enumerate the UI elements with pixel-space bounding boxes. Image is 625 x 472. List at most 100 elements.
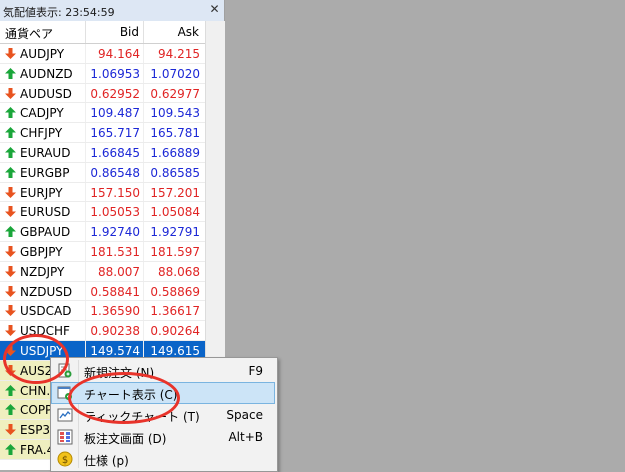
table-row[interactable]: EURUSD 1.05053 1.05084 <box>0 202 205 223</box>
bid-cell: 0.90238 <box>90 324 140 339</box>
symbol-cell: CADJPY <box>20 106 64 121</box>
ask-cell: 0.90264 <box>150 324 200 339</box>
table-row[interactable]: NZDJPY 88.007 88.068 <box>0 261 205 282</box>
column-header-bid[interactable]: Bid <box>88 25 139 39</box>
up-arrow-icon <box>5 166 16 178</box>
ask-cell: 1.66889 <box>150 145 200 160</box>
ask-cell: 0.86585 <box>150 165 200 180</box>
ask-cell: 0.58869 <box>150 284 200 299</box>
ask-cell: 1.92791 <box>150 225 200 240</box>
symbol-cell: EURGBP <box>20 165 70 180</box>
down-arrow-icon <box>5 305 16 317</box>
bid-cell: 0.62952 <box>90 86 140 101</box>
market-watch-titlebar[interactable]: 気配値表示: 23:54:59 ✕ <box>0 0 224 22</box>
down-arrow-icon <box>5 186 16 198</box>
symbol-cell: AUDJPY <box>20 47 65 61</box>
down-arrow-icon <box>5 245 16 257</box>
table-row[interactable]: GBPJPY 181.531 181.597 <box>0 241 205 262</box>
down-arrow-icon <box>5 87 16 99</box>
bid-cell: 1.05053 <box>90 205 140 220</box>
column-header-ask[interactable]: Ask <box>146 25 199 39</box>
menu-item-label: 仕様 (p) <box>84 454 129 468</box>
symbol-cell: NZDJPY <box>20 264 65 279</box>
symbol-cell: NZDUSD <box>20 284 73 299</box>
table-row[interactable]: CADJPY 109.487 109.543 <box>0 103 205 124</box>
annotation-circle-usdjpy <box>3 334 69 384</box>
bid-cell: 1.92740 <box>90 225 140 240</box>
ask-cell: 1.05084 <box>150 205 200 220</box>
table-row[interactable]: AUDJPY 94.164 94.215 <box>0 44 205 64</box>
tick-chart-icon <box>57 407 73 423</box>
table-header: 通貨ペア Bid Ask <box>0 21 205 44</box>
table-row[interactable]: EURGBP 0.86548 0.86585 <box>0 162 205 183</box>
ask-cell: 1.07020 <box>150 66 200 81</box>
symbol-cell: EURAUD <box>20 145 71 160</box>
table-row[interactable]: AUDUSD 0.62952 0.62977 <box>0 83 205 104</box>
menu-item-shortcut: Space <box>226 408 263 422</box>
ask-cell: 181.597 <box>150 244 200 259</box>
bid-cell: 157.150 <box>90 185 140 200</box>
menu-item-shortcut: Alt+B <box>228 430 263 444</box>
table-row[interactable]: EURJPY 157.150 157.201 <box>0 182 205 203</box>
menu-item-shortcut: F9 <box>248 364 263 378</box>
ask-cell: 157.201 <box>150 185 200 200</box>
ask-cell: 94.215 <box>158 47 200 61</box>
bid-cell: 1.06953 <box>90 66 140 81</box>
up-arrow-icon <box>5 107 16 119</box>
symbol-cell: AUDUSD <box>20 86 72 101</box>
svg-text:$: $ <box>62 455 68 466</box>
bid-cell: 88.007 <box>98 264 140 279</box>
down-arrow-icon <box>5 206 16 218</box>
symbol-cell: EURJPY <box>20 185 63 200</box>
symbol-cell: CHFJPY <box>20 126 63 141</box>
bid-cell: 149.574 <box>90 343 140 358</box>
ask-cell: 88.068 <box>158 264 200 279</box>
symbol-cell: GBPAUD <box>20 225 71 240</box>
symbol-cell: EURUSD <box>20 205 71 220</box>
bid-cell: 109.487 <box>90 106 140 121</box>
down-arrow-icon <box>5 325 16 337</box>
annotation-circle-chart-menu <box>68 372 180 424</box>
column-header-symbol[interactable]: 通貨ペア <box>5 25 53 42</box>
menu-item-depth-of-market[interactable]: 板注文画面 (D) Alt+B <box>51 426 275 448</box>
bid-cell: 1.66845 <box>90 145 140 160</box>
up-arrow-icon <box>5 443 16 455</box>
table-row[interactable]: CHFJPY 165.717 165.781 <box>0 123 205 143</box>
up-arrow-icon <box>5 226 16 238</box>
down-arrow-icon <box>5 265 16 277</box>
table-row[interactable]: GBPAUD 1.92740 1.92791 <box>0 222 205 242</box>
ask-cell: 149.615 <box>150 343 200 358</box>
bid-cell: 0.58841 <box>90 284 140 299</box>
close-icon[interactable]: ✕ <box>208 3 221 16</box>
up-arrow-icon <box>5 67 16 79</box>
symbol-cell: CHN. <box>20 383 51 398</box>
up-arrow-icon <box>5 384 16 396</box>
depth-of-market-icon <box>57 429 73 445</box>
table-row[interactable]: USDCAD 1.36590 1.36617 <box>0 301 205 322</box>
bid-cell: 94.164 <box>98 47 140 61</box>
table-row[interactable]: NZDUSD 0.58841 0.58869 <box>0 281 205 302</box>
bid-cell: 165.717 <box>90 126 140 141</box>
table-row[interactable]: EURAUD 1.66845 1.66889 <box>0 142 205 163</box>
up-arrow-icon <box>5 404 16 416</box>
ask-cell: 165.781 <box>150 126 200 141</box>
bid-cell: 181.531 <box>90 244 140 259</box>
symbol-cell: GBPJPY <box>20 244 63 259</box>
table-row[interactable]: AUDNZD 1.06953 1.07020 <box>0 63 205 84</box>
ask-cell: 1.36617 <box>150 304 200 319</box>
down-arrow-icon <box>5 424 16 436</box>
bid-cell: 0.86548 <box>90 165 140 180</box>
window-title: 気配値表示: 23:54:59 <box>3 6 115 19</box>
ask-cell: 0.62977 <box>150 86 200 101</box>
bid-cell: 1.36590 <box>90 304 140 319</box>
menu-item-specification[interactable]: $ 仕様 (p) <box>51 448 275 470</box>
up-arrow-icon <box>5 127 16 139</box>
symbol-cell: COPP <box>20 403 53 418</box>
menu-item-label: 板注文画面 (D) <box>84 432 167 446</box>
down-arrow-icon <box>5 48 16 59</box>
symbol-cell: AUDNZD <box>20 66 73 81</box>
down-arrow-icon <box>5 285 16 297</box>
ask-cell: 109.543 <box>150 106 200 121</box>
specification-icon: $ <box>57 451 73 467</box>
up-arrow-icon <box>5 146 16 158</box>
